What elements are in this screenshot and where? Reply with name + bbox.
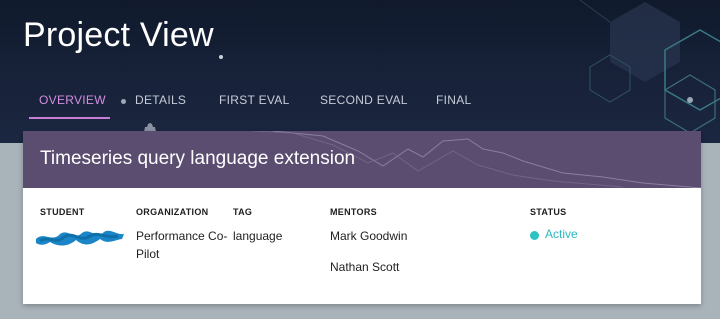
tab-bar: OVERVIEW DETAILS FIRST EVAL SECOND EVAL … xyxy=(0,86,720,120)
column-header-tag: TAG xyxy=(233,207,253,217)
organization-line-2[interactable]: Pilot xyxy=(136,245,159,263)
tab-details[interactable]: DETAILS xyxy=(135,86,186,120)
decorative-dot xyxy=(121,99,126,104)
column-header-organization: ORGANIZATION xyxy=(136,207,209,217)
project-card: Timeseries query language extension STUD… xyxy=(23,131,701,304)
mentor-name: Nathan Scott xyxy=(330,260,400,274)
tab-final[interactable]: FINAL xyxy=(436,86,472,120)
decorative-dot xyxy=(219,55,223,59)
column-header-mentors: MENTORS xyxy=(330,207,377,217)
active-tab-indicator xyxy=(29,117,110,119)
card-header: Timeseries query language extension xyxy=(23,131,701,188)
tab-first-eval[interactable]: FIRST EVAL xyxy=(219,86,290,120)
page-title: Project View xyxy=(23,16,214,54)
column-header-student: STUDENT xyxy=(40,207,85,217)
redacted-student-name xyxy=(36,230,124,246)
status-badge: Active xyxy=(545,227,578,241)
project-title: Timeseries query language extension xyxy=(40,148,356,169)
mentor-name: Mark Goodwin xyxy=(330,229,408,243)
tab-second-eval[interactable]: SECOND EVAL xyxy=(320,86,408,120)
organization-line-1[interactable]: Performance Co- xyxy=(136,227,227,245)
hexagon-decoration xyxy=(579,0,720,134)
project-tag: language xyxy=(233,229,283,243)
column-header-status: STATUS xyxy=(530,207,567,217)
status-dot-icon xyxy=(530,231,539,240)
tab-overview[interactable]: OVERVIEW xyxy=(39,86,106,120)
